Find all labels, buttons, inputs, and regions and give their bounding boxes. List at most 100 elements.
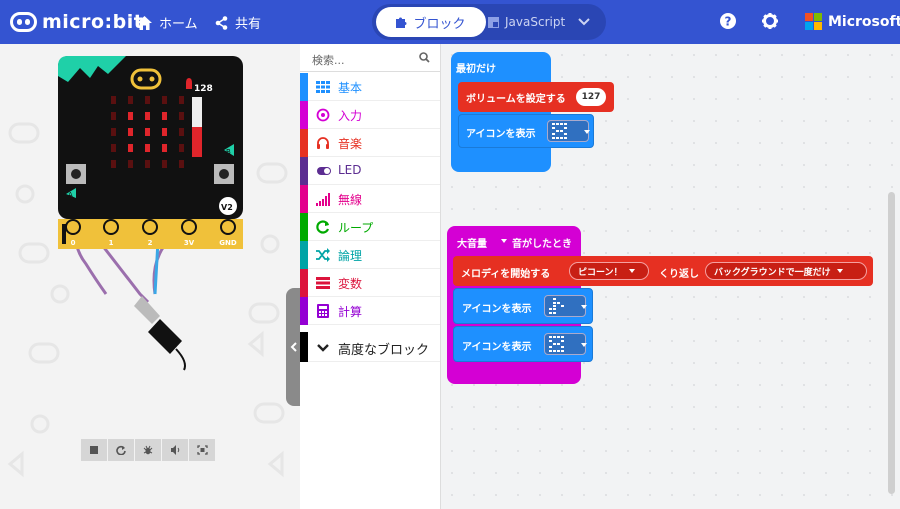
chevron-down-icon xyxy=(317,344,329,352)
shuffle-icon xyxy=(316,248,330,262)
caret-down-icon xyxy=(584,130,590,134)
tab-blocks-label: ブロック xyxy=(413,16,466,32)
simulator-controls xyxy=(81,439,217,461)
settings-gear-icon[interactable] xyxy=(762,13,778,29)
screenshot-button[interactable] xyxy=(189,439,215,461)
show-icon-block-3[interactable]: アイコンを表示 xyxy=(453,326,593,362)
category-logic-label: 論理 xyxy=(338,249,363,263)
tab-javascript[interactable]: JavaScript xyxy=(488,7,568,37)
share-button[interactable]: 共有 xyxy=(215,13,261,32)
category-variables[interactable]: 変数 xyxy=(300,269,440,297)
loud-event-dropdown-icon[interactable] xyxy=(501,239,507,243)
icon-picker-3[interactable] xyxy=(544,333,587,355)
restart-button[interactable] xyxy=(108,439,134,461)
editor-mode-switch: ブロック JavaScript xyxy=(372,4,606,40)
category-advanced[interactable]: 高度なブロック xyxy=(300,332,440,362)
toggle-icon xyxy=(317,167,331,175)
mute-button[interactable] xyxy=(162,439,188,461)
icon-pattern-preview xyxy=(549,298,564,314)
set-volume-block[interactable]: ボリュームを設定する 127 xyxy=(458,82,614,112)
caret-down-icon xyxy=(581,305,587,309)
icon-picker-1[interactable] xyxy=(547,120,590,142)
melody-dropdown[interactable]: ピコーン！ xyxy=(569,262,649,280)
svg-text:?: ? xyxy=(725,15,732,29)
volume-value-input[interactable]: 127 xyxy=(576,88,606,106)
category-math[interactable]: 計算 xyxy=(300,297,440,325)
button-a-label: A xyxy=(68,191,73,199)
speaker-icon xyxy=(170,445,179,455)
microsoft-label: Microsoft xyxy=(828,13,900,30)
caret-down-icon xyxy=(836,269,843,273)
workspace-scrollbar[interactable] xyxy=(888,192,895,494)
loud-event-label: 大音量 xyxy=(457,239,487,250)
category-input[interactable]: 入力 xyxy=(300,101,440,129)
show-icon-block-1[interactable]: アイコンを表示 xyxy=(458,114,594,148)
show-icon-label-2: アイコンを表示 xyxy=(462,304,532,315)
repeat-label: くり返し xyxy=(659,269,699,280)
category-radio[interactable]: 無線 xyxy=(300,185,440,213)
home-icon xyxy=(137,15,152,30)
home-label: ホーム xyxy=(159,17,198,32)
target-icon xyxy=(316,108,330,122)
bug-icon xyxy=(143,445,153,455)
help-icon[interactable]: ? xyxy=(720,13,736,29)
category-radio-label: 無線 xyxy=(338,193,363,207)
category-logic[interactable]: 論理 xyxy=(300,241,440,269)
set-volume-label: ボリュームを設定する xyxy=(466,94,566,105)
list-icon xyxy=(316,277,330,289)
icon-picker-2[interactable] xyxy=(544,295,587,317)
screenshot-icon xyxy=(196,445,208,455)
collapse-simulator-button[interactable] xyxy=(286,288,300,406)
icon-pattern-preview xyxy=(549,336,564,352)
repeat-mode-value: バックグラウンドで一度だけ xyxy=(714,267,831,278)
microsoft-logo[interactable]: Microsoft xyxy=(805,13,900,30)
chevron-left-icon xyxy=(290,342,297,352)
version-badge: V2 xyxy=(221,203,233,212)
microsoft-squares-icon xyxy=(805,13,822,30)
on-start-label: 最初だけ xyxy=(456,64,496,75)
simulator-panel: 128 A B V2 0 1 2 3V GND xyxy=(0,44,300,509)
javascript-icon xyxy=(488,16,499,28)
search-placeholder: 検索... xyxy=(312,54,345,67)
microbit-board: 128 A B V2 0 1 2 3V GND xyxy=(58,56,243,371)
caret-down-icon xyxy=(628,269,635,273)
category-basic[interactable]: 基本 xyxy=(300,73,440,101)
category-advanced-label: 高度なブロック xyxy=(338,343,430,358)
category-loops[interactable]: ループ xyxy=(300,213,440,241)
puzzle-icon xyxy=(396,17,407,28)
stop-button[interactable] xyxy=(81,439,107,461)
mode-dropdown-button[interactable] xyxy=(572,12,596,32)
repeat-mode-dropdown[interactable]: バックグラウンドで一度だけ xyxy=(705,262,867,280)
microbit-logo[interactable]: micro:bit xyxy=(10,11,143,33)
show-icon-label-1: アイコンを表示 xyxy=(466,129,536,140)
category-basic-label: 基本 xyxy=(338,81,363,95)
search-icon[interactable] xyxy=(419,52,430,63)
refresh-icon xyxy=(316,220,330,234)
button-b-label: B xyxy=(226,148,231,156)
calculator-icon xyxy=(317,304,329,318)
headphones-icon xyxy=(317,137,329,149)
icon-pattern-preview xyxy=(552,123,567,139)
signal-bars-icon xyxy=(316,193,330,206)
tab-blocks[interactable]: ブロック xyxy=(376,7,486,37)
show-icon-block-2[interactable]: アイコンを表示 xyxy=(453,288,593,324)
category-music[interactable]: 音楽 xyxy=(300,129,440,157)
debug-button[interactable] xyxy=(135,439,161,461)
category-led[interactable]: LED xyxy=(300,157,440,185)
stop-icon xyxy=(90,446,98,454)
logo-text: micro:bit xyxy=(42,11,144,33)
blocks-workspace[interactable]: 最初だけ ボリュームを設定する 127 アイコンを表示 大音量 音がしたとき メ… xyxy=(441,44,900,509)
caret-down-icon xyxy=(581,343,587,347)
tab-javascript-label: JavaScript xyxy=(505,15,566,29)
home-button[interactable]: ホーム xyxy=(137,13,198,32)
category-math-label: 計算 xyxy=(338,305,363,319)
start-melody-block[interactable]: メロディを開始する ピコーン！ くり返し バックグラウンドで一度だけ xyxy=(453,256,873,286)
microbit-badge-icon xyxy=(10,12,37,32)
toolbox-search-input[interactable]: 検索... xyxy=(300,44,440,72)
grid-icon xyxy=(316,81,330,93)
restart-icon xyxy=(116,445,126,455)
on-start-block[interactable]: 最初だけ xyxy=(451,52,551,172)
category-led-label: LED xyxy=(338,163,362,177)
start-melody-label: メロディを開始する xyxy=(461,269,551,280)
chevron-down-icon xyxy=(578,18,590,26)
